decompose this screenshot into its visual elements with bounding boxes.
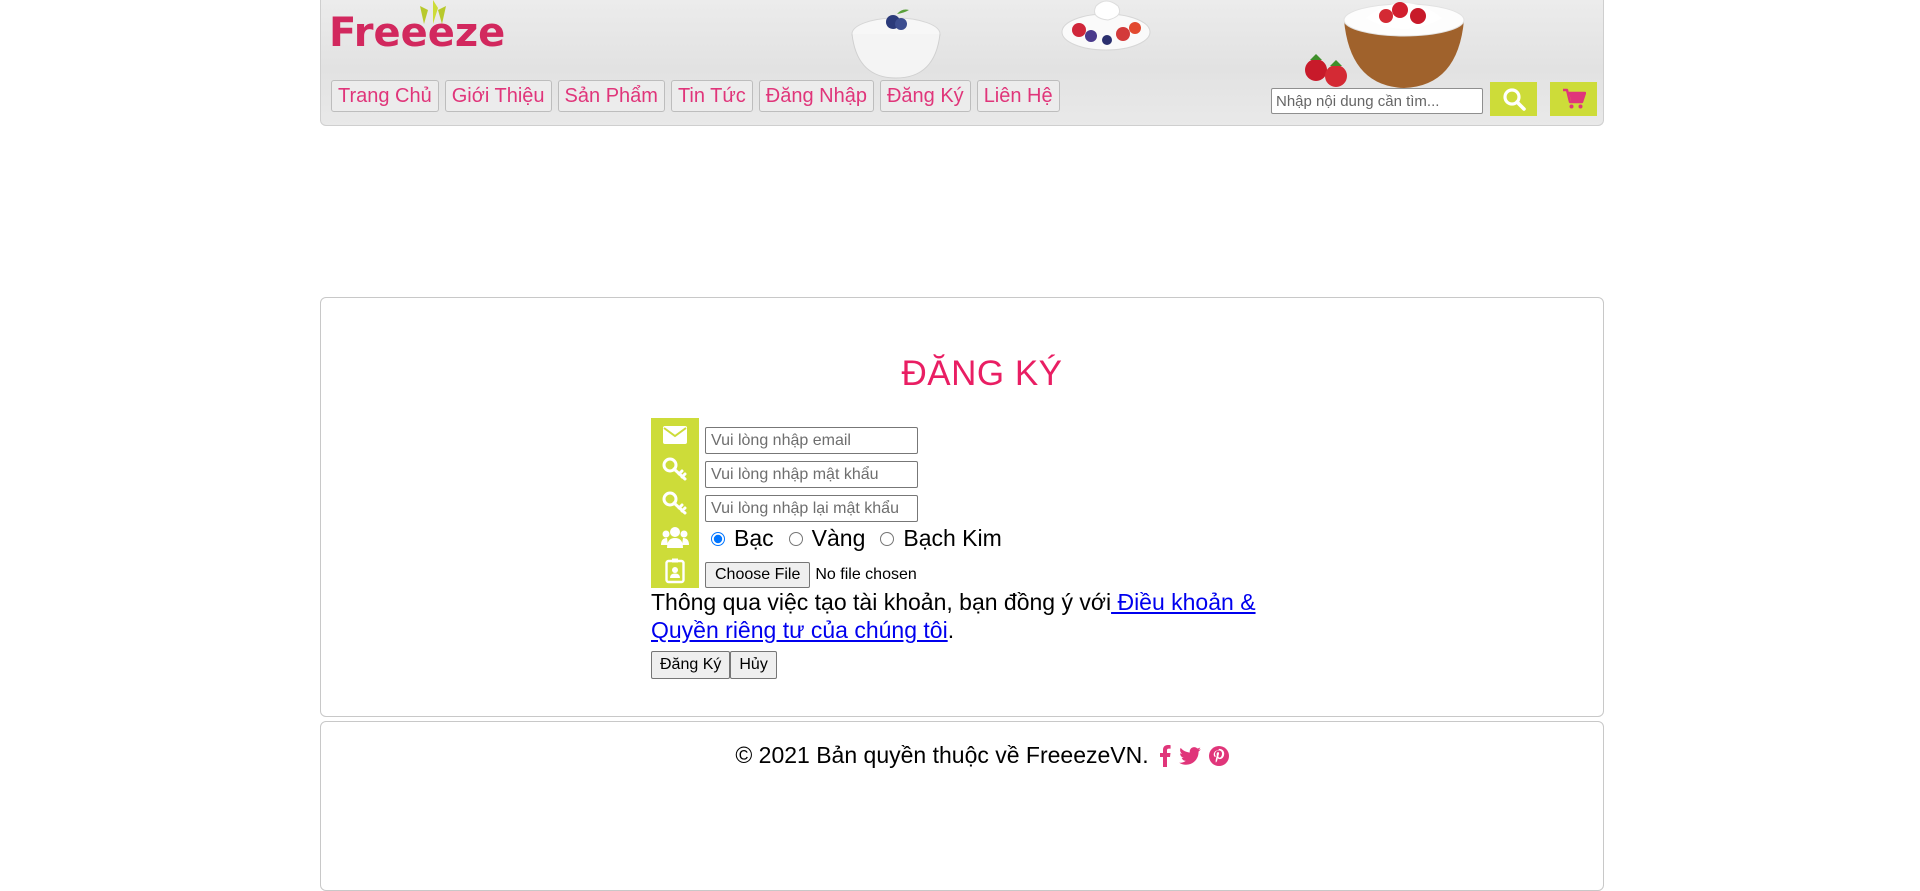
password-field[interactable] bbox=[705, 461, 918, 488]
nav-item-products[interactable]: Sản Phẩm bbox=[557, 80, 665, 112]
page-title: ĐĂNG KÝ bbox=[901, 354, 1063, 393]
tier-label-platinum: Bạch Kim bbox=[903, 525, 1002, 551]
tier-label-gold: Vàng bbox=[811, 525, 866, 551]
site-header: Freeeze Trang Chủ Giới Thiệu Sản Phẩm Ti… bbox=[320, 0, 1604, 126]
cancel-button[interactable]: Hủy bbox=[730, 651, 777, 679]
social-links bbox=[1159, 744, 1229, 767]
page: Freeeze Trang Chủ Giới Thiệu Sản Phẩm Ti… bbox=[0, 0, 1920, 891]
group-icon bbox=[651, 520, 699, 554]
form-actions: Đăng Ký Hủy bbox=[651, 651, 777, 679]
tier-radio-group: Bạc Vàng Bạch Kim bbox=[708, 525, 1014, 552]
site-footer: © 2021 Bản quyền thuộc về FreeezeVN. bbox=[320, 721, 1604, 891]
register-card: ĐĂNG KÝ Vui lòng nhập email Bạc Vàng Bạc… bbox=[320, 297, 1604, 717]
site-logo[interactable]: Freeeze bbox=[329, 0, 505, 56]
key-icon bbox=[651, 452, 699, 486]
form-icon-column bbox=[651, 418, 699, 588]
nav-item-about[interactable]: Giới Thiệu bbox=[444, 80, 552, 112]
terms-prefix: Thông qua việc tạo tài khoản, bạn đồng ý… bbox=[651, 589, 1112, 615]
twitter-icon[interactable] bbox=[1178, 746, 1201, 765]
nav-item-login[interactable]: Đăng Nhập bbox=[758, 80, 874, 112]
cart-icon bbox=[1562, 88, 1586, 109]
search-icon bbox=[1502, 88, 1526, 111]
yogurt-bowl-image bbox=[851, 9, 941, 79]
key-icon bbox=[651, 486, 699, 520]
file-upload: Choose File No file chosen bbox=[705, 562, 917, 588]
cart-button[interactable] bbox=[1550, 82, 1597, 116]
pinterest-icon[interactable] bbox=[1208, 745, 1229, 766]
email-field[interactable] bbox=[705, 427, 918, 454]
logo-leaf-icon bbox=[420, 0, 446, 24]
strawberry-yogurt-image bbox=[1305, 2, 1465, 88]
nav-item-news[interactable]: Tin Tức bbox=[670, 80, 753, 112]
envelope-icon bbox=[651, 418, 699, 452]
nav-item-home[interactable]: Trang Chủ bbox=[331, 80, 439, 112]
nav-item-register[interactable]: Đăng Ký bbox=[879, 80, 971, 112]
footer-row: © 2021 Bản quyền thuộc về FreeezeVN. bbox=[321, 742, 1603, 769]
terms-suffix: . bbox=[947, 617, 955, 643]
confirm-password-field[interactable] bbox=[705, 495, 918, 522]
facebook-icon[interactable] bbox=[1159, 744, 1171, 767]
id-badge-icon bbox=[651, 554, 699, 588]
nav-item-contact[interactable]: Liên Hệ bbox=[976, 80, 1060, 112]
search-button[interactable] bbox=[1490, 82, 1537, 116]
main-nav: Trang Chủ Giới Thiệu Sản Phẩm Tin Tức Đă… bbox=[331, 80, 1060, 112]
terms-text: Thông qua việc tạo tài khoản, bạn đồng ý… bbox=[651, 588, 1281, 644]
fruit-bowl-image bbox=[1061, 0, 1151, 51]
register-button[interactable]: Đăng Ký bbox=[651, 651, 731, 679]
tier-radio-silver[interactable] bbox=[711, 531, 725, 546]
tier-radio-gold[interactable] bbox=[788, 531, 803, 546]
choose-file-button[interactable]: Choose File bbox=[705, 562, 811, 588]
file-status: No file chosen bbox=[815, 566, 917, 583]
copyright-text: © 2021 Bản quyền thuộc về FreeezeVN. bbox=[735, 742, 1149, 768]
tier-label-silver: Bạc bbox=[734, 525, 774, 551]
search-input[interactable] bbox=[1271, 88, 1483, 114]
tier-radio-platinum[interactable] bbox=[880, 531, 895, 546]
